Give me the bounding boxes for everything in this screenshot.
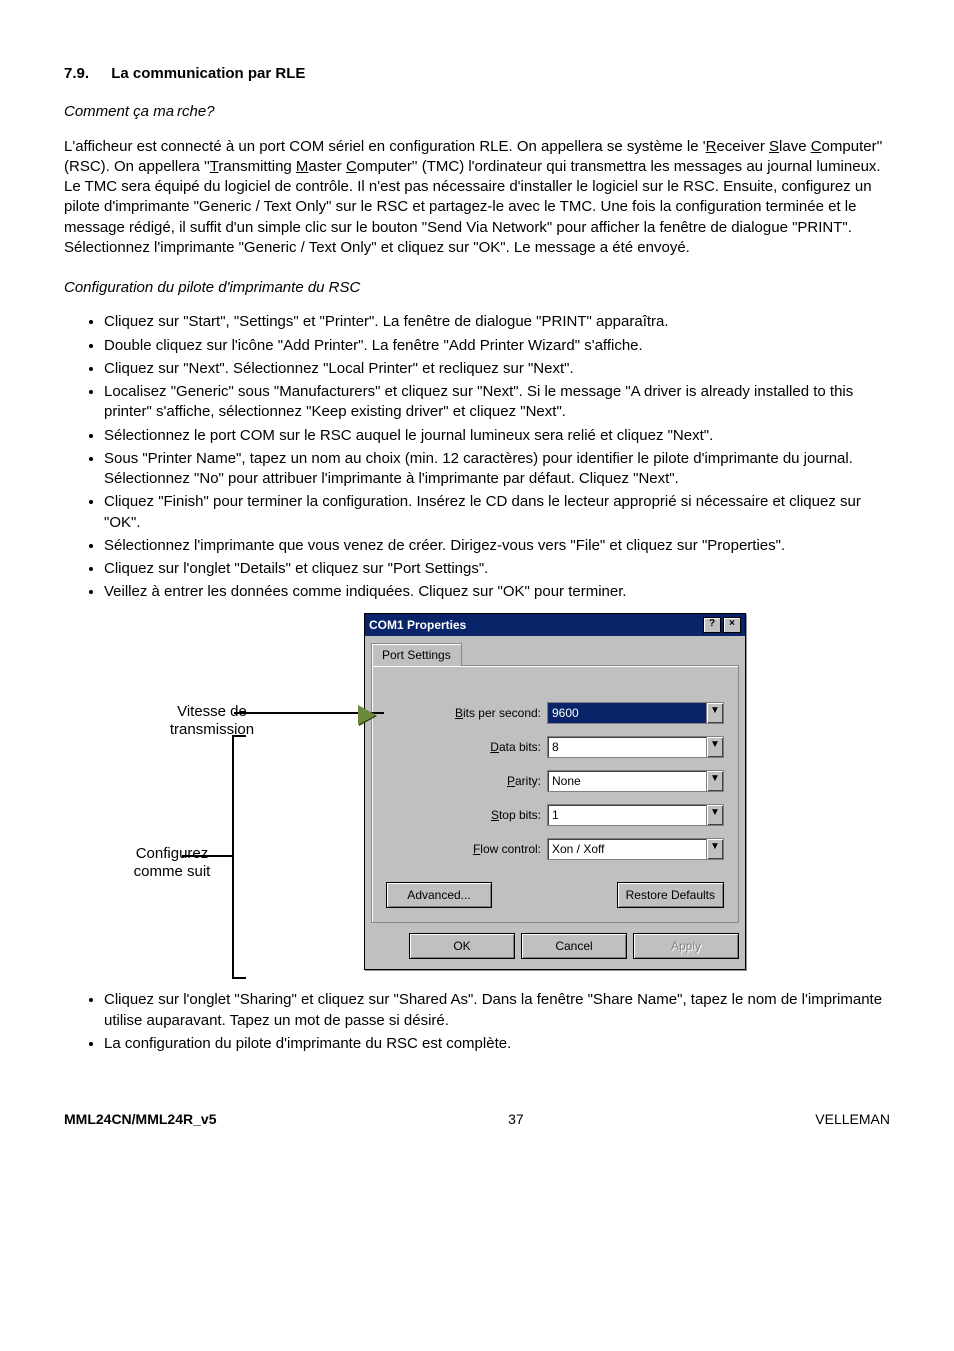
combo-data-bits[interactable]: 8 ▼ xyxy=(547,736,724,758)
list-item: Cliquez sur l'onglet "Sharing" et clique… xyxy=(104,990,890,1031)
row-parity: Parity: None ▼ xyxy=(386,770,724,792)
arrow-icon xyxy=(234,712,384,714)
help-button[interactable]: ? xyxy=(703,617,721,633)
subheading-1: Comment ça ma rche? xyxy=(64,102,890,122)
com1-properties-dialog: COM1 Properties ? × Port Settings Bits p… xyxy=(364,613,746,971)
close-button[interactable]: × xyxy=(723,617,741,633)
list-item: Cliquez sur l'onglet "Details" et clique… xyxy=(104,559,890,579)
restore-defaults-button[interactable]: Restore Defaults xyxy=(617,882,724,908)
callout-baud: Vitesse de transmission xyxy=(64,703,364,741)
list-item: Sélectionnez l'imprimante que vous venez… xyxy=(104,536,890,556)
cancel-button[interactable]: Cancel xyxy=(521,933,627,959)
label-stop-bits: Stop bits: xyxy=(491,807,541,823)
advanced-button[interactable]: Advanced... xyxy=(386,882,492,908)
row-data-bits: Data bits: 8 ▼ xyxy=(386,736,724,758)
list-item: Veillez à entrer les données comme indiq… xyxy=(104,582,890,602)
dialog-title: COM1 Properties xyxy=(369,617,466,633)
callout-config: Configurez comme suit xyxy=(64,793,364,831)
chevron-down-icon[interactable]: ▼ xyxy=(706,771,723,791)
list-item: Cliquez sur "Start", "Settings" et "Prin… xyxy=(104,312,890,332)
chevron-down-icon[interactable]: ▼ xyxy=(706,737,723,757)
row-bits-per-second: Bits per second: 9600 ▼ xyxy=(386,702,724,724)
label-flow-control: Flow control: xyxy=(473,841,541,857)
tab-panel: Bits per second: 9600 ▼ Data bits: 8 ▼ P… xyxy=(371,665,739,923)
combo-bits-per-second[interactable]: 9600 ▼ xyxy=(547,702,724,724)
row-stop-bits: Stop bits: 1 ▼ xyxy=(386,804,724,826)
row-flow-control: Flow control: Xon / Xoff ▼ xyxy=(386,838,724,860)
footer-page-number: 37 xyxy=(508,1110,524,1129)
combo-flow-control[interactable]: Xon / Xoff ▼ xyxy=(547,838,724,860)
list-item: Sélectionnez le port COM sur le RSC auqu… xyxy=(104,426,890,446)
list-item: Cliquez sur "Next". Sélectionnez "Local … xyxy=(104,359,890,379)
ok-button[interactable]: OK xyxy=(409,933,515,959)
page-footer: MML24CN/MML24R_v5 37 VELLEMAN xyxy=(64,1110,890,1129)
apply-button[interactable]: Apply xyxy=(633,933,739,959)
combo-stop-bits[interactable]: 1 ▼ xyxy=(547,804,724,826)
section-number: 7.9. xyxy=(64,64,89,84)
subheading-2: Configuration du pilote d'imprimante du … xyxy=(64,278,890,298)
footer-doc-id: MML24CN/MML24R_v5 xyxy=(64,1110,216,1129)
footer-brand: VELLEMAN xyxy=(815,1110,890,1129)
figure-callouts: Vitesse de transmission Configurez comme… xyxy=(64,613,364,831)
list-item: Cliquez "Finish" pour terminer la config… xyxy=(104,492,890,533)
label-data-bits: Data bits: xyxy=(490,739,541,755)
list-item: Sous "Printer Name", tapez un nom au cho… xyxy=(104,449,890,490)
chevron-down-icon[interactable]: ▼ xyxy=(706,805,723,825)
intro-paragraph: L'afficheur est connecté à un port COM s… xyxy=(64,137,890,259)
label-bits-per-second: Bits per second: xyxy=(455,705,541,721)
list-item: Double cliquez sur l'icône "Add Printer"… xyxy=(104,336,890,356)
figure-area: Vitesse de transmission Configurez comme… xyxy=(64,613,890,971)
tabstrip: Port Settings xyxy=(365,636,745,665)
instruction-list-1: Cliquez sur "Start", "Settings" et "Prin… xyxy=(64,312,890,602)
instruction-list-2: Cliquez sur l'onglet "Sharing" et clique… xyxy=(64,990,890,1054)
list-item: La configuration du pilote d'imprimante … xyxy=(104,1034,890,1054)
chevron-down-icon[interactable]: ▼ xyxy=(706,839,723,859)
tab-port-settings[interactable]: Port Settings xyxy=(371,643,462,666)
bracket-icon xyxy=(232,735,246,979)
chevron-down-icon[interactable]: ▼ xyxy=(706,703,723,723)
section-heading: 7.9. La communication par RLE xyxy=(64,64,890,84)
dialog-titlebar[interactable]: COM1 Properties ? × xyxy=(365,614,745,636)
combo-parity[interactable]: None ▼ xyxy=(547,770,724,792)
section-title: La communication par RLE xyxy=(111,65,305,82)
list-item: Localisez "Generic" sous "Manufacturers"… xyxy=(104,382,890,423)
label-parity: Parity: xyxy=(507,773,541,789)
